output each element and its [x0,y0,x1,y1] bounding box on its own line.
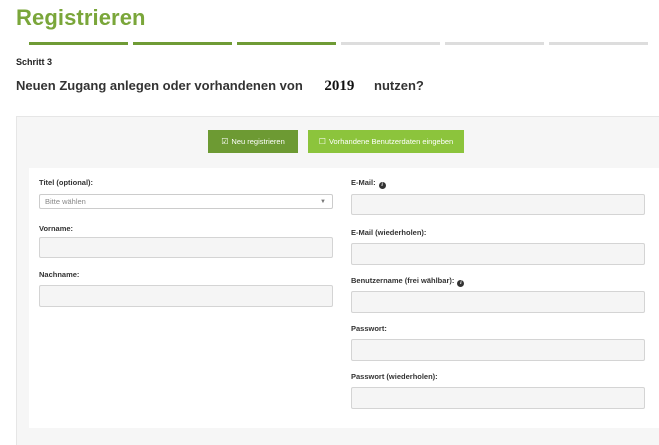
firstname-label: Vorname: [39,224,74,233]
email-repeat-input[interactable] [351,243,645,265]
empty-box-icon: ☐ [318,137,326,146]
checked-box-icon: ☑ [221,137,229,146]
step-label: Schritt 3 [16,57,53,67]
email-label-group: E-Mail: i [351,178,386,189]
question-text-after: nutzen? [374,78,424,93]
progress-step-6 [549,42,648,45]
email-label: E-Mail: [351,178,376,187]
progress-step-5 [445,42,544,45]
progress-step-3 [237,42,336,45]
username-input[interactable] [351,291,645,313]
progress-step-2 [133,42,232,45]
title-select-placeholder: Bitte wählen [45,197,86,206]
title-select[interactable]: Bitte wählen ▼ [39,194,333,209]
new-registration-button[interactable]: ☑ Neu registrieren [208,130,298,153]
page-title: Registrieren [16,5,146,30]
info-icon: i [378,182,386,189]
password-input[interactable] [351,339,645,361]
password-repeat-input[interactable] [351,387,645,409]
email-input[interactable] [351,194,645,215]
info-icon: i [457,280,465,287]
existing-credentials-label: Vorhandene Benutzerdaten eingeben [328,137,454,146]
progress-steps [29,42,649,45]
question-heading: Neuen Zugang anlegen oder vorhandenen vo… [16,78,424,95]
progress-step-1 [29,42,128,45]
email-repeat-label: E-Mail (wiederholen): [351,228,427,237]
registration-panel: ☑ Neu registrieren ☐ Vorhandene Benutzerda… [16,116,659,445]
chevron-down-icon: ▼ [320,199,326,205]
question-year: 2019 [324,78,355,94]
existing-credentials-button[interactable]: ☐ Vorhandene Benutzerdaten eingeben [308,130,464,153]
username-label-group: Benutzername (frei wählbar): i [351,276,465,287]
password-repeat-label: Passwort (wiederholen): [351,372,438,381]
question-text-before: Neuen Zugang anlegen oder vorhandenen vo… [16,78,303,93]
password-label: Passwort: [351,324,387,333]
new-registration-label: Neu registrieren [231,137,285,146]
progress-step-4 [341,42,440,45]
registration-form: Titel (optional): Bitte wählen ▼ Vorname… [29,168,659,428]
firstname-input[interactable] [39,237,333,258]
username-label: Benutzername (frei wählbar): [351,276,455,285]
lastname-label: Nachname: [39,270,80,279]
lastname-input[interactable] [39,285,333,307]
title-label: Titel (optional): [39,178,94,187]
